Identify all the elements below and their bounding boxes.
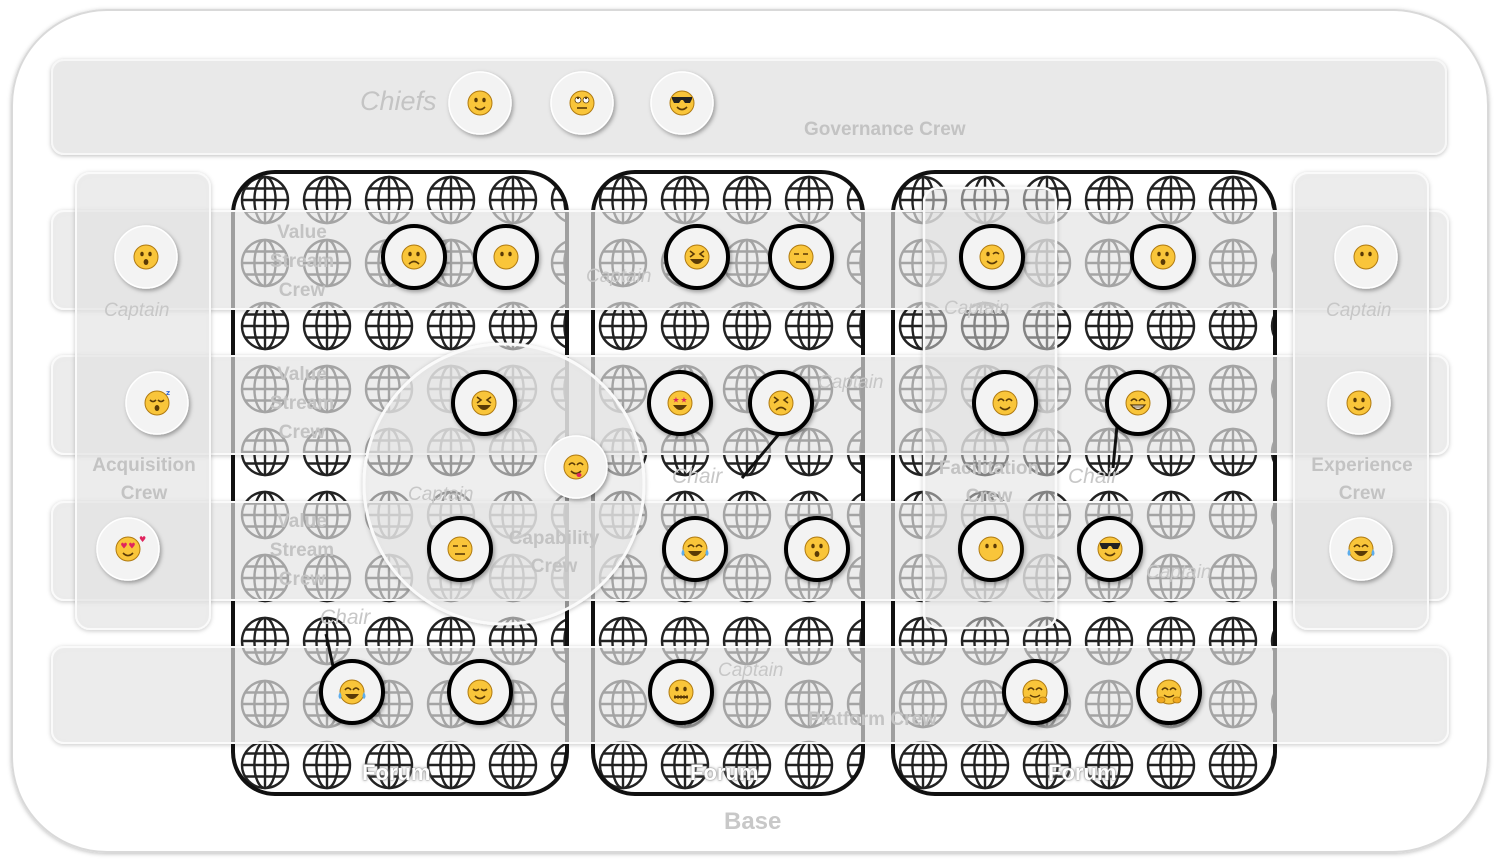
eye-roll-face-icon	[550, 71, 614, 135]
laughing-face-icon	[664, 224, 730, 290]
svg-text:♥: ♥	[139, 535, 146, 544]
forum-label: Forum	[690, 760, 759, 785]
winking-face-icon	[959, 224, 1025, 290]
captain-label: Captain	[718, 660, 784, 681]
capability-crew-label: Capability Crew	[508, 528, 600, 577]
forum-label: Forum	[362, 760, 431, 785]
joy-face-icon	[1329, 517, 1393, 581]
grin-face-icon	[1105, 370, 1171, 436]
captain-label: Captain	[408, 484, 474, 505]
sleeping-face-icon: z	[125, 371, 189, 435]
persevere-face-icon	[748, 370, 814, 436]
globe-icon	[240, 740, 290, 790]
globe-icon	[784, 740, 834, 790]
acquisition-crew-label: Acquisition Crew	[92, 455, 196, 504]
captain-label: Captain	[104, 300, 170, 321]
blush-face-icon	[972, 370, 1038, 436]
blank-face-icon	[473, 224, 539, 290]
svg-text:♥: ♥	[120, 542, 127, 551]
experience-crew-label: Experience Crew	[1311, 455, 1413, 504]
sunglasses-face-icon	[650, 71, 714, 135]
heart-eyes-face-icon: ♥ ♥♥	[96, 517, 160, 581]
svg-text:★: ★	[672, 396, 679, 405]
smiling-face-icon	[1327, 371, 1391, 435]
zipper-mouth-face-icon	[648, 659, 714, 725]
expressionless-face-icon	[427, 516, 493, 582]
globe-icon	[426, 740, 476, 790]
value-stream-crew-label: Value Stream Crew	[269, 364, 335, 443]
captain-label: Captain	[818, 372, 884, 393]
platform-crew-label: Platform Crew	[808, 709, 937, 730]
globe-icon	[1146, 740, 1196, 790]
hugging-face-icon	[1136, 659, 1202, 725]
chair-label: Chair	[672, 465, 723, 488]
blank-face-icon	[1334, 225, 1398, 289]
captain-label: Captain	[586, 266, 652, 287]
governance-crew-label: Governance Crew	[804, 119, 966, 140]
svg-text:z: z	[166, 389, 170, 397]
forum-label: Forum	[1048, 760, 1117, 785]
sunglasses-face-icon	[1077, 516, 1143, 582]
hushed-face-icon	[114, 225, 178, 289]
svg-text:★: ★	[680, 396, 687, 405]
chair-label: Chair	[1068, 465, 1119, 488]
smiling-face-icon	[448, 71, 512, 135]
joy-face-icon	[319, 659, 385, 725]
chair-label: Chair	[320, 606, 371, 629]
star-struck-face-icon: ★ ★	[647, 370, 713, 436]
yum-face-icon	[544, 435, 608, 499]
globe-icon	[960, 740, 1010, 790]
grinning-squint-face-icon	[451, 370, 517, 436]
hushed-face-icon	[1130, 224, 1196, 290]
sleepy-face-icon	[447, 659, 513, 725]
captain-label: Captain	[944, 298, 1010, 319]
value-stream-crew-label: Value Stream Crew	[269, 222, 335, 301]
expressionless-face-icon	[768, 224, 834, 290]
captain-label: Captain	[1146, 562, 1212, 583]
captain-label: Captain	[1326, 300, 1392, 321]
crew-diagram: z ♥ ♥ ♥ ★ ★	[0, 0, 1500, 861]
facilitation-crew-label: Facilitation Crew	[938, 458, 1040, 507]
frowning-face-icon	[381, 224, 447, 290]
base-label: Base	[724, 808, 782, 835]
blank-face-icon	[958, 516, 1024, 582]
svg-text:♥: ♥	[128, 542, 135, 551]
rofl-face-icon	[662, 516, 728, 582]
governance-crew-band	[51, 59, 1447, 155]
globe-icon	[1208, 740, 1258, 790]
hugging-face-icon	[1002, 659, 1068, 725]
globe-icon	[302, 740, 352, 790]
globe-icon	[488, 740, 538, 790]
value-stream-crew-label: Value Stream Crew	[269, 511, 335, 590]
chiefs-label: Chiefs	[360, 86, 437, 116]
hushed-face-icon	[784, 516, 850, 582]
